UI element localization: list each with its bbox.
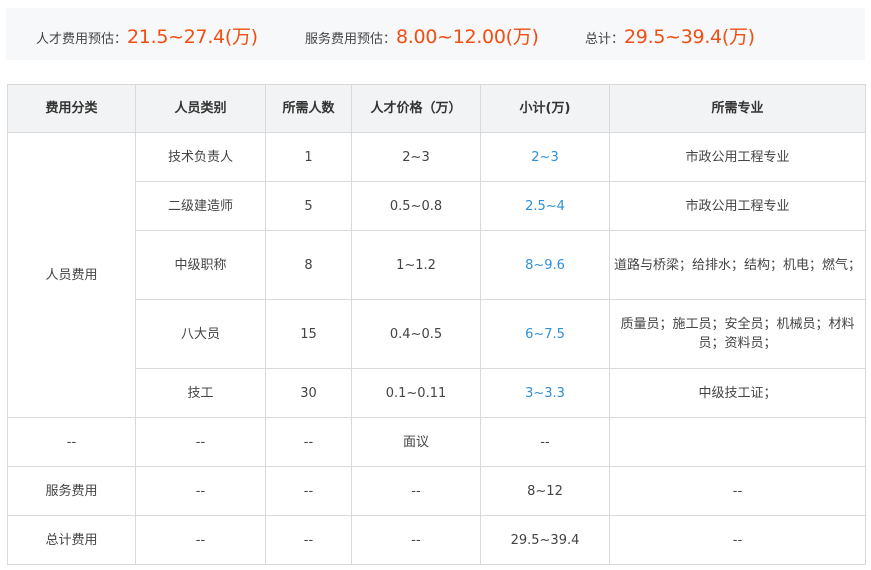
header-cost-category: 费用分类 <box>7 84 136 133</box>
type-cell: -- <box>135 417 266 467</box>
cost-table: 费用分类 人员类别 所需人数 人才价格（万） 小计(万) 所需专业 人员费用 技… <box>7 84 866 565</box>
major-cell <box>609 417 866 467</box>
count-cell: -- <box>265 466 352 516</box>
major-cell: 质量员；施工员；安全员；机械员；材料员；资料员； <box>609 299 866 369</box>
price-cell: 0.4~0.5 <box>351 299 481 369</box>
table-row: -- -- -- 面议 -- <box>7 417 866 467</box>
major-cell: 市政公用工程专业 <box>609 181 866 231</box>
price-cell: 0.1~0.11 <box>351 368 481 418</box>
type-cell: -- <box>135 515 266 565</box>
table-header-row: 费用分类 人员类别 所需人数 人才价格（万） 小计(万) 所需专业 <box>7 84 866 133</box>
price-cell: 面议 <box>351 417 481 467</box>
count-cell: -- <box>265 515 352 565</box>
type-cell: 八大员 <box>135 299 266 369</box>
header-subtotal: 小计(万) <box>480 84 610 133</box>
type-cell: 中级职称 <box>135 230 266 300</box>
type-cell: 技术负责人 <box>135 132 266 182</box>
total-cost-value: 29.5~39.4(万) <box>624 26 755 48</box>
table-row: 中级职称 8 1~1.2 8~9.6 道路与桥梁；给排水；结构；机电；燃气； <box>8 230 866 300</box>
category-cell: 总计费用 <box>7 515 136 565</box>
table-row: 服务费用 -- -- -- 8~12 -- <box>7 466 866 516</box>
talent-cost-value: 21.5~27.4(万) <box>127 26 258 48</box>
count-cell: 5 <box>265 181 352 231</box>
subtotal-cell: 2~3 <box>480 132 610 182</box>
count-cell: 15 <box>265 299 352 369</box>
type-cell: 二级建造师 <box>135 181 266 231</box>
category-cell: 人员费用 <box>7 132 136 418</box>
price-cell: -- <box>351 515 481 565</box>
type-cell: 技工 <box>135 368 266 418</box>
subtotal-cell: 8~12 <box>480 466 610 516</box>
table-row: 二级建造师 5 0.5~0.8 2.5~4 市政公用工程专业 <box>8 181 866 231</box>
price-cell: 1~1.2 <box>351 230 481 300</box>
table-row: 技工 30 0.1~0.11 3~3.3 中级技工证； <box>8 368 866 418</box>
header-talent-price: 人才价格（万） <box>351 84 481 133</box>
total-cost-estimate: 总计： 29.5~39.4(万) <box>585 22 755 49</box>
subtotal-cell: 2.5~4 <box>480 181 610 231</box>
header-headcount: 所需人数 <box>265 84 352 133</box>
major-cell: 道路与桥梁；给排水；结构；机电；燃气； <box>609 230 866 300</box>
category-cell: 服务费用 <box>7 466 136 516</box>
price-cell: -- <box>351 466 481 516</box>
subtotal-cell: 6~7.5 <box>480 299 610 369</box>
talent-cost-label: 人才费用预估： <box>36 32 128 47</box>
count-cell: 8 <box>265 230 352 300</box>
category-cell: -- <box>7 417 136 467</box>
subtotal-cell: 8~9.6 <box>480 230 610 300</box>
header-required-major: 所需专业 <box>609 84 866 133</box>
service-cost-estimate: 服务费用预估： 8.00~12.00(万) <box>305 22 539 49</box>
major-cell: 中级技工证； <box>609 368 866 418</box>
service-cost-value: 8.00~12.00(万) <box>396 26 539 48</box>
count-cell: -- <box>265 417 352 467</box>
service-cost-label: 服务费用预估： <box>305 32 397 47</box>
price-cell: 2~3 <box>351 132 481 182</box>
header-personnel-type: 人员类别 <box>135 84 266 133</box>
major-cell: -- <box>609 466 866 516</box>
major-cell: 市政公用工程专业 <box>609 132 866 182</box>
subtotal-cell: -- <box>480 417 610 467</box>
table-row: 总计费用 -- -- -- 29.5~39.4 -- <box>7 515 866 565</box>
count-cell: 1 <box>265 132 352 182</box>
total-cost-label: 总计： <box>585 32 625 47</box>
subtotal-cell: 3~3.3 <box>480 368 610 418</box>
price-cell: 0.5~0.8 <box>351 181 481 231</box>
cost-summary-bar: 人才费用预估： 21.5~27.4(万) 服务费用预估： 8.00~12.00(… <box>6 8 865 60</box>
type-cell: -- <box>135 466 266 516</box>
talent-cost-estimate: 人才费用预估： 21.5~27.4(万) <box>36 22 258 49</box>
table-row: 八大员 15 0.4~0.5 6~7.5 质量员；施工员；安全员；机械员；材料员… <box>8 299 866 369</box>
major-cell: -- <box>609 515 866 565</box>
subtotal-cell: 29.5~39.4 <box>480 515 610 565</box>
count-cell: 30 <box>265 368 352 418</box>
table-row: 人员费用 技术负责人 1 2~3 2~3 市政公用工程专业 <box>7 132 866 418</box>
